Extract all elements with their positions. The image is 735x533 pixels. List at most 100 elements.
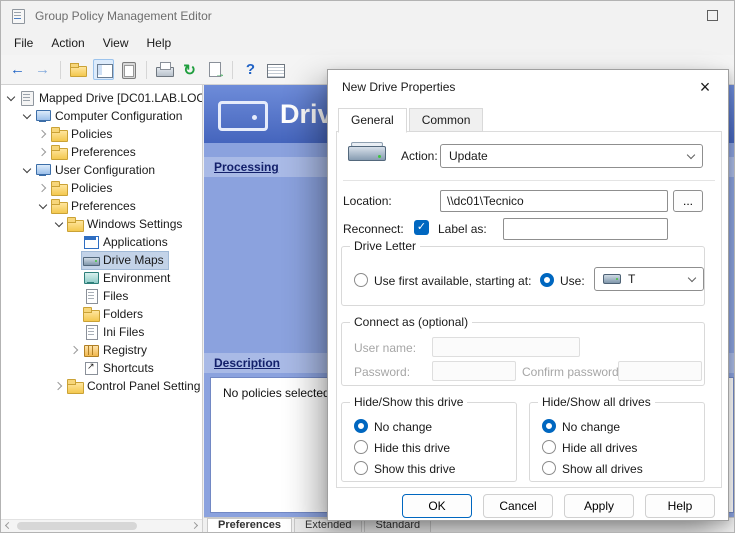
tree-item-computer-configuration[interactable]: Computer Configuration <box>1 107 202 125</box>
menu-help[interactable]: Help <box>138 33 181 53</box>
chevron-down-icon[interactable] <box>4 91 18 105</box>
scroll-right-icon[interactable] <box>191 522 198 529</box>
apply-button[interactable]: Apply <box>564 494 634 518</box>
tree-item-windows-settings[interactable]: Windows Settings <box>1 215 202 233</box>
chevron-right-icon[interactable] <box>36 145 50 159</box>
radio-all-no-change[interactable] <box>542 419 556 433</box>
processing-link[interactable]: Processing <box>214 160 279 174</box>
show-console-tree-icon[interactable] <box>93 59 114 80</box>
cancel-button[interactable]: Cancel <box>483 494 553 518</box>
action-dropdown[interactable]: Update <box>440 144 703 168</box>
tree-item-environment[interactable]: Environment <box>1 269 202 287</box>
radio-show-this-drive[interactable] <box>354 461 368 475</box>
scroll-left-icon[interactable] <box>5 522 12 529</box>
drive-icon <box>603 274 621 284</box>
chevron-down-icon[interactable] <box>20 109 34 123</box>
chevron-right-icon[interactable] <box>36 127 50 141</box>
reconnect-label: Reconnect: <box>343 222 404 236</box>
shortcuts-icon <box>83 360 99 376</box>
tree-item-label: Mapped Drive [DC01.LAB.LOCA <box>39 91 203 105</box>
tree-item-ini-files[interactable]: Ini Files <box>1 323 202 341</box>
drive-maps-header-icon <box>218 99 264 129</box>
tree-horizontal-scrollbar[interactable] <box>1 519 202 532</box>
radio-hide-all-drives[interactable] <box>542 440 556 454</box>
menu-action[interactable]: Action <box>42 33 93 53</box>
reconnect-checkbox[interactable]: ✓ <box>414 220 429 235</box>
icon-view-icon[interactable] <box>265 59 286 80</box>
tree-item-gpo-root[interactable]: Mapped Drive [DC01.LAB.LOCA <box>1 89 202 107</box>
chevron-right-icon[interactable] <box>36 181 50 195</box>
separator <box>343 180 715 181</box>
tree-item-control-panel-settings[interactable]: Control Panel Setting <box>1 377 202 395</box>
back-icon[interactable]: ← <box>7 59 28 80</box>
dialog-tabs: General Common <box>338 108 485 132</box>
location-label: Location: <box>343 194 392 208</box>
drive-icon <box>83 252 99 268</box>
tree-item-user-configuration[interactable]: User Configuration <box>1 161 202 179</box>
radio-hide-this-drive[interactable] <box>354 440 368 454</box>
radio-use[interactable] <box>540 273 554 287</box>
tree-item-content: Policies <box>50 180 116 197</box>
tab-common[interactable]: Common <box>409 108 484 132</box>
gpo-icon <box>19 90 35 106</box>
menu-file[interactable]: File <box>5 33 42 53</box>
ok-button[interactable]: OK <box>402 494 472 518</box>
chevron-right-icon[interactable] <box>68 343 82 357</box>
tree-item-drive-maps[interactable]: Drive Maps <box>1 251 202 269</box>
menubar: File Action View Help <box>1 31 734 55</box>
new-drive-properties-dialog: New Drive Properties × General Common Ac… <box>327 69 729 521</box>
connect-as-group: Connect as (optional) User name: Passwor… <box>341 322 705 386</box>
help-button[interactable]: Help <box>645 494 715 518</box>
toolbar-separator <box>60 61 61 79</box>
tree-item-content: Preferences <box>50 198 140 215</box>
help-icon[interactable]: ? <box>240 59 261 80</box>
tree-item-content: User Configuration <box>34 162 159 179</box>
tree-item-policies-computer[interactable]: Policies <box>1 125 202 143</box>
refresh-icon[interactable]: ↻ <box>179 59 200 80</box>
tree-item-shortcuts[interactable]: Shortcuts <box>1 359 202 377</box>
folder-icon <box>67 378 83 394</box>
show-all-drives-label: Show all drives <box>562 462 643 476</box>
radio-use-first-available[interactable] <box>354 273 368 287</box>
tree-item-policies-user[interactable]: Policies <box>1 179 202 197</box>
forward-icon[interactable]: → <box>32 59 53 80</box>
tree-item-registry[interactable]: Registry <box>1 341 202 359</box>
tree-item-preferences-computer[interactable]: Preferences <box>1 143 202 161</box>
radio-this-no-change[interactable] <box>354 419 368 433</box>
paste-icon[interactable] <box>118 59 139 80</box>
drive-letter-dropdown[interactable]: T <box>594 267 704 291</box>
radio-show-all-drives[interactable] <box>542 461 556 475</box>
tree-item-preferences-user[interactable]: Preferences <box>1 197 202 215</box>
up-one-level-icon[interactable] <box>68 59 89 80</box>
tab-general[interactable]: General <box>338 108 407 133</box>
chevron-down-icon[interactable] <box>52 217 66 231</box>
tree-item-files[interactable]: Files <box>1 287 202 305</box>
print-icon[interactable] <box>154 59 175 80</box>
tree-item-content: Ini Files <box>82 324 148 341</box>
maximize-button[interactable] <box>707 10 718 21</box>
console-tree: Mapped Drive [DC01.LAB.LOCA Computer Con… <box>1 85 203 532</box>
close-icon[interactable]: × <box>692 75 718 99</box>
export-list-icon[interactable] <box>204 59 225 80</box>
tree-item-folders[interactable]: Folders <box>1 305 202 323</box>
chevron-slot <box>68 307 82 321</box>
description-link[interactable]: Description <box>214 356 280 370</box>
chevron-down-icon[interactable] <box>36 199 50 213</box>
confirm-password-label: Confirm password: <box>522 365 622 379</box>
tree-item-content: Folders <box>82 306 147 323</box>
location-input[interactable] <box>440 190 668 212</box>
tree-item-label: Applications <box>103 235 168 249</box>
tab-preferences[interactable]: Preferences <box>207 518 292 532</box>
tree-item-applications[interactable]: Applications <box>1 233 202 251</box>
toolbar-separator <box>232 61 233 79</box>
hide-all-drives-label: Hide all drives <box>562 441 637 455</box>
chevron-down-icon[interactable] <box>20 163 34 177</box>
chevron-right-icon[interactable] <box>52 379 66 393</box>
browse-button[interactable]: ... <box>673 190 703 212</box>
scrollbar-thumb[interactable] <box>17 522 137 530</box>
tree-item-content: Policies <box>50 126 116 143</box>
label-as-input[interactable] <box>503 218 668 240</box>
tree-item-label: Registry <box>103 343 147 357</box>
menu-view[interactable]: View <box>94 33 138 53</box>
computer-icon <box>35 108 51 124</box>
